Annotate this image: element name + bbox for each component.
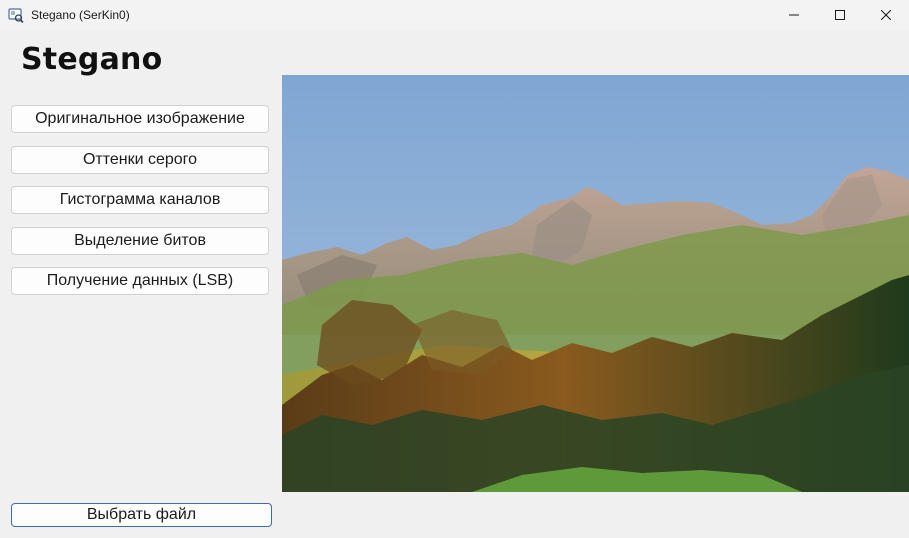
maximize-button[interactable] xyxy=(817,0,863,30)
original-image-button[interactable]: Оригинальное изображение xyxy=(11,105,269,133)
main-content: Stegano Оригинальное изображение Оттенки… xyxy=(0,30,909,538)
image-panel xyxy=(282,75,909,492)
close-button[interactable] xyxy=(863,0,909,30)
bit-extraction-button[interactable]: Выделение битов xyxy=(11,227,269,255)
grayscale-button[interactable]: Оттенки серого xyxy=(11,146,269,174)
app-heading: Stegano xyxy=(21,42,163,77)
lsb-data-button[interactable]: Получение данных (LSB) xyxy=(11,267,269,295)
minimize-button[interactable] xyxy=(771,0,817,30)
minimize-icon xyxy=(789,14,799,16)
choose-file-button[interactable]: Выбрать файл xyxy=(11,503,272,527)
maximize-icon xyxy=(835,10,845,20)
window-title: Stegano (SerKin0) xyxy=(31,8,130,22)
title-bar[interactable]: Stegano (SerKin0) xyxy=(0,0,909,30)
close-icon xyxy=(881,10,891,20)
app-icon xyxy=(8,7,24,24)
mountain-landscape-photo xyxy=(282,75,909,492)
channel-histogram-button[interactable]: Гистограмма каналов xyxy=(11,186,269,214)
